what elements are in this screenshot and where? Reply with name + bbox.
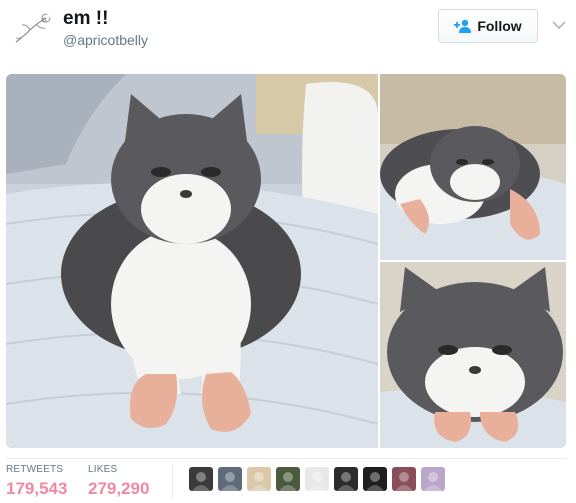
- likes-count: 279,290: [88, 479, 150, 498]
- cat-photo-image: [6, 74, 378, 448]
- liker-avatar[interactable]: [218, 467, 242, 491]
- liker-avatar[interactable]: [247, 467, 271, 491]
- likes-stat[interactable]: LIKES 279,290: [88, 464, 149, 499]
- liker-avatar[interactable]: [334, 467, 358, 491]
- liker-avatar[interactable]: [392, 467, 416, 491]
- likes-label: LIKES: [88, 464, 118, 475]
- media-photo-1[interactable]: [6, 74, 378, 448]
- add-person-icon: [454, 19, 472, 33]
- divider: [6, 458, 566, 459]
- retweets-stat[interactable]: RETWEETS 179,543: [6, 464, 67, 499]
- liker-avatar[interactable]: [421, 467, 445, 491]
- display-name[interactable]: em !!: [63, 8, 108, 30]
- tweet-media-grid: [6, 74, 566, 448]
- liker-avatars: [189, 467, 445, 495]
- liker-avatar[interactable]: [189, 467, 213, 491]
- tweet-stats: RETWEETS 179,543 LIKES 279,290: [6, 464, 566, 500]
- cat-photo-image: [380, 262, 566, 448]
- retweets-label: RETWEETS: [6, 464, 64, 475]
- tweet-header: em !! @apricotbelly Follow: [0, 0, 576, 70]
- rose-sketch-icon: [15, 13, 51, 43]
- liker-avatar[interactable]: [363, 467, 387, 491]
- follow-button-label: Follow: [477, 18, 522, 34]
- tweet-menu-button[interactable]: [551, 18, 567, 30]
- username-handle[interactable]: @apricotbelly: [63, 32, 148, 48]
- media-photo-2[interactable]: [380, 74, 566, 260]
- media-photo-3[interactable]: [380, 262, 566, 448]
- follow-button[interactable]: Follow: [438, 9, 538, 43]
- chevron-down-icon: [552, 21, 566, 30]
- cat-photo-image: [380, 74, 566, 260]
- stats-separator: [172, 464, 173, 498]
- liker-avatar[interactable]: [305, 467, 329, 491]
- profile-avatar[interactable]: [10, 8, 54, 52]
- liker-avatar[interactable]: [276, 467, 300, 491]
- retweets-count: 179,543: [6, 479, 68, 498]
